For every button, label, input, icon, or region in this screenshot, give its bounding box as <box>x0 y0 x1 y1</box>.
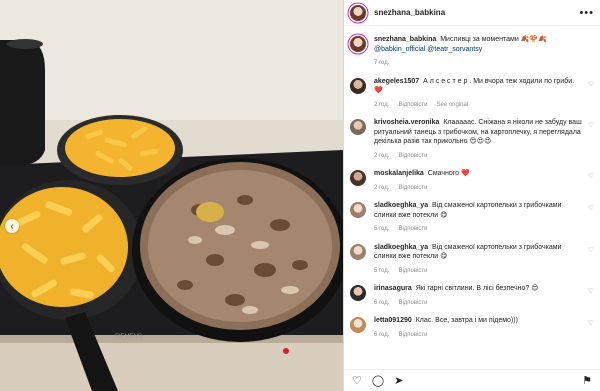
comment-like-heart-icon[interactable]: ♡ <box>584 319 594 340</box>
comment-emoji: 😍😍😍 <box>469 137 492 145</box>
comment-item: sladkoeghka_ya Від смаженої картопельки … <box>344 243 600 277</box>
caption-time: 7 год. <box>374 60 390 66</box>
author-username[interactable]: snezhana_babkina <box>374 8 445 17</box>
commenter-avatar[interactable] <box>350 170 366 186</box>
comment-time: 5 год. <box>374 226 390 232</box>
svg-text:SIEMENS: SIEMENS <box>115 334 142 340</box>
post-actions-bar: ♡ ◯ ➤ ⚑ <box>344 369 600 391</box>
comment-item: letta091290 Клас. Все, завтра і ми підем… <box>344 316 600 340</box>
carousel-prev-button[interactable]: ‹ <box>5 219 19 233</box>
comment-time: 6 год. <box>374 299 390 306</box>
commenter-avatar[interactable] <box>350 119 366 135</box>
reply-link[interactable]: Відповісти <box>398 184 427 194</box>
comment-text: Клас. Все, завтра і ми підемо))) <box>415 317 518 324</box>
comment-username[interactable]: irinasagura <box>374 285 412 292</box>
reply-link[interactable]: Відповісти <box>398 225 427 235</box>
comment-time: 2 год. <box>374 184 390 191</box>
comment-like-heart-icon[interactable]: ♡ <box>584 121 594 161</box>
comment-time: 2 год. <box>374 152 390 159</box>
comment-item: akegeles1507 А л с е с т е р . Ми вчора … <box>344 77 600 111</box>
comment-text: Смачного <box>427 170 460 177</box>
reply-link[interactable]: Відповісти <box>398 299 427 309</box>
author-avatar[interactable] <box>350 4 366 21</box>
comment-username[interactable]: sladkoeghka_ya <box>374 244 428 251</box>
bookmark-icon[interactable]: ⚑ <box>582 374 592 387</box>
post-side-panel: snezhana_babkina ••• snezhana_babkina Ми… <box>343 0 600 391</box>
comment-like-heart-icon[interactable]: ♡ <box>584 204 594 235</box>
caption-emojis: 🍂🍄🍂 <box>520 35 547 43</box>
comment-item: irinasagura Які гарні світлини. В лісі б… <box>344 284 600 308</box>
caption-avatar[interactable] <box>350 36 366 52</box>
comment-username[interactable]: moskalanjelika <box>374 170 424 177</box>
comment-username[interactable]: sladkoeghka_ya <box>374 202 428 209</box>
reply-link[interactable]: Відповісти <box>398 267 427 277</box>
reply-link[interactable]: Відповісти <box>398 152 427 162</box>
commenter-avatar[interactable] <box>350 202 366 218</box>
comment-text: Які гарні світлини. В лісі безпечно? <box>415 285 530 292</box>
comment-time: 2 год. <box>374 101 390 108</box>
comment-emoji: 😍 <box>531 284 539 292</box>
comment-username[interactable]: akegeles1507 <box>374 78 419 85</box>
post-photo: SIEMENS ‹ <box>0 0 343 391</box>
food-photo-illustration: SIEMENS <box>0 0 343 391</box>
commenter-avatar[interactable] <box>350 77 366 94</box>
see-original-link[interactable]: See original <box>436 101 468 111</box>
comment-emoji: ❤️ <box>374 86 383 94</box>
comment-like-heart-icon[interactable]: ♡ <box>584 287 594 308</box>
comment-time: 6 год. <box>374 331 390 338</box>
comment-item: krivosheia.veronika Клааааас. Сніжана я … <box>344 118 600 161</box>
send-icon[interactable]: ➤ <box>394 374 403 387</box>
caption: snezhana_babkina Мисливці за моментами 🍂… <box>344 35 600 69</box>
comment-username[interactable]: letta091290 <box>374 317 412 324</box>
caption-username[interactable]: snezhana_babkina <box>374 36 436 43</box>
comment-icon[interactable]: ◯ <box>372 374 384 387</box>
comment-like-heart-icon[interactable]: ♡ <box>584 80 594 111</box>
comment-like-heart-icon[interactable]: ♡ <box>584 172 594 193</box>
comment-item: sladkoeghka_ya Від смаженої картопельки … <box>344 201 600 235</box>
comment-item: moskalanjelika Смачного ❤️ 2 год. Відпов… <box>344 169 600 193</box>
comment-time: 5 год. <box>374 267 390 274</box>
commenter-avatar[interactable] <box>350 317 366 333</box>
comment-text: А л с е с т е р . Ми вчора теж ходили по… <box>423 77 575 85</box>
caption-mentions[interactable]: @babkin_official @teatr_sorvantsy <box>374 45 594 55</box>
chevron-left-icon: ‹ <box>10 220 14 232</box>
comment-emoji: ❤️ <box>461 169 470 177</box>
commenter-avatar[interactable] <box>350 285 366 301</box>
heart-icon[interactable]: ♡ <box>352 374 362 387</box>
comment-username[interactable]: krivosheia.veronika <box>374 119 439 126</box>
comment-like-heart-icon[interactable]: ♡ <box>584 246 594 277</box>
comments-list: snezhana_babkina Мисливці за моментами 🍂… <box>344 27 600 369</box>
commenter-avatar[interactable] <box>350 243 366 260</box>
comment-emoji: 😋 <box>440 210 448 219</box>
reply-link[interactable]: Відповісти <box>398 331 427 341</box>
more-horizontal-icon[interactable]: ••• <box>579 7 594 19</box>
reply-link[interactable]: Відповісти <box>398 101 427 111</box>
caption-text: Мисливці за моментами <box>440 36 519 43</box>
comment-emoji: 😋 <box>440 252 448 260</box>
post-header: snezhana_babkina ••• <box>344 0 600 26</box>
